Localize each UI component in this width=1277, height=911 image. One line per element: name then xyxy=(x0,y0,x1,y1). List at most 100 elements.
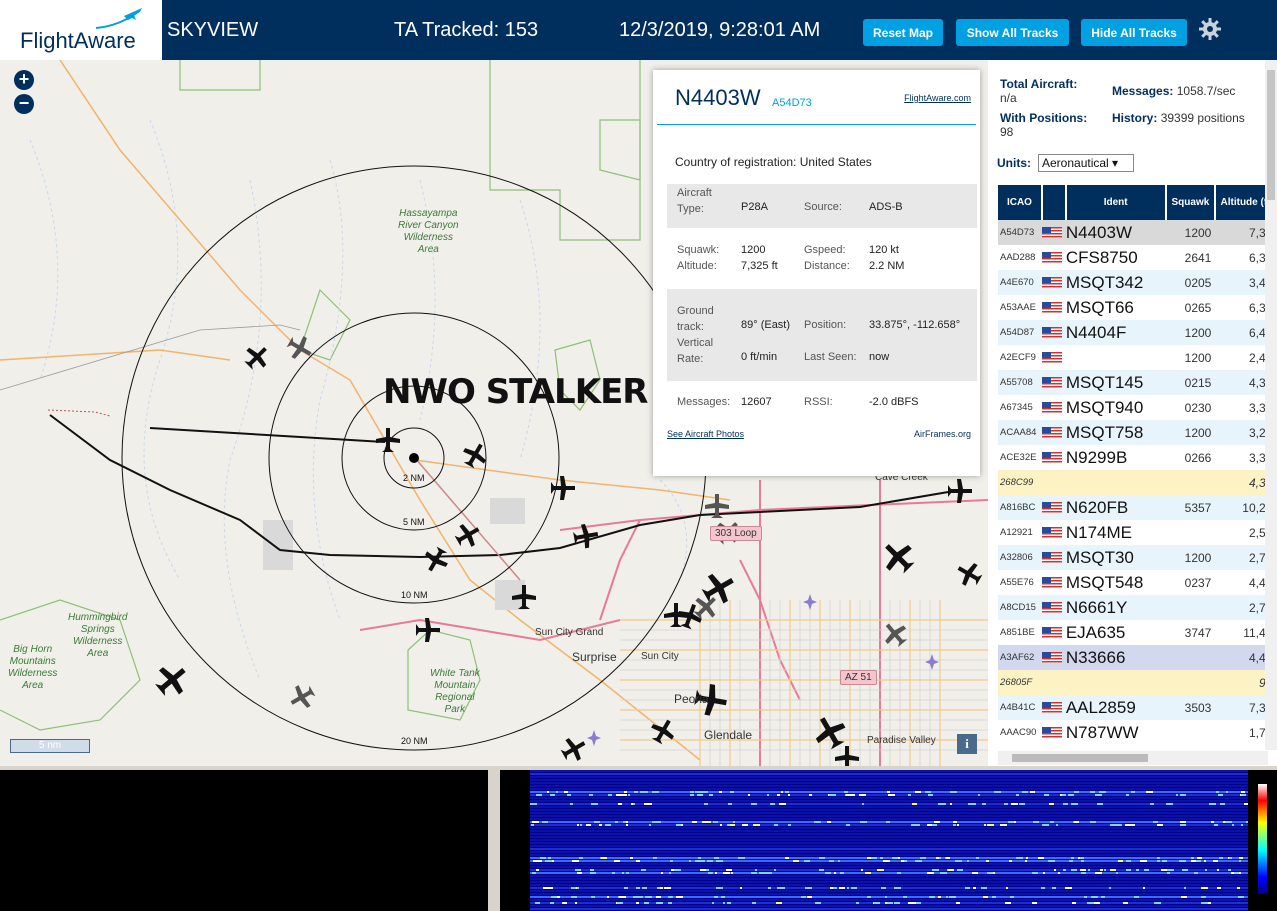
show-all-tracks-button[interactable]: Show All Tracks xyxy=(956,19,1069,46)
spectrogram-band xyxy=(530,824,1248,826)
col-altitude[interactable]: Altitude (ft) xyxy=(1215,185,1268,220)
aircraft-table-container[interactable]: ICAO Ident Squawk Altitude (ft) A54D73 N4… xyxy=(998,185,1268,745)
spectrogram-speck xyxy=(908,902,914,904)
airframes-link[interactable]: AirFrames.org xyxy=(914,429,971,439)
zoom-in-button[interactable]: + xyxy=(14,70,34,90)
table-row[interactable]: ACE32E N9299B02663,300 xyxy=(998,445,1268,470)
table-row[interactable]: AAAC90 N787WW 1,700 xyxy=(998,720,1268,745)
col-icao[interactable]: ICAO xyxy=(998,185,1043,220)
popup-hex[interactable]: A54D73 xyxy=(772,97,812,109)
gear-icon[interactable] xyxy=(1198,17,1222,41)
table-row[interactable]: A32806 MSQT3012002,700 xyxy=(998,545,1268,570)
col-ident[interactable]: Ident xyxy=(1065,185,1167,220)
spectrogram-speck xyxy=(815,902,821,904)
spectrogram-band xyxy=(530,815,1248,817)
spectrogram-speck xyxy=(1239,857,1243,859)
table-row[interactable]: A55708 MSQT14502154,300 xyxy=(998,370,1268,395)
spectrogram-speck xyxy=(793,860,799,862)
spectrogram-speck xyxy=(848,794,855,796)
table-row[interactable]: A816BC N620FB535710,275 xyxy=(998,495,1268,520)
table-row[interactable]: A67345 MSQT94002303,300 xyxy=(998,395,1268,420)
flightaware-logo[interactable]: FlightAware xyxy=(0,0,162,60)
flightaware-link[interactable]: FlightAware.com xyxy=(904,93,971,103)
spectrogram-speck xyxy=(867,857,870,859)
spectrogram-speck xyxy=(1088,869,1090,871)
table-row[interactable]: A8CD15 N6661Y 2,700 xyxy=(998,595,1268,620)
spectrogram-speck xyxy=(1218,794,1223,796)
table-row[interactable]: AAD288 CFS875026416,325 xyxy=(998,245,1268,270)
road-shield-az51: AZ 51 xyxy=(840,670,877,685)
spectrogram-speck xyxy=(697,794,703,796)
table-row[interactable]: A3AF62 N33666 4,400 xyxy=(998,645,1268,670)
table-row[interactable]: A54D73 N4403W12007,325 xyxy=(998,220,1268,245)
vrate-value: 0 ft/min xyxy=(741,351,778,363)
panel-divider[interactable] xyxy=(488,770,500,911)
table-row[interactable]: A54D87 N4404F12006,475 xyxy=(998,320,1268,345)
table-row[interactable]: A2ECF9 12002,400 xyxy=(998,345,1268,370)
spectrogram-band xyxy=(530,800,1248,802)
table-row[interactable]: A4E670 MSQT34202053,400 xyxy=(998,270,1268,295)
spectrogram-speck xyxy=(838,860,840,862)
reset-map-button[interactable]: Reset Map xyxy=(863,19,943,46)
spectrogram-speck xyxy=(1191,857,1194,859)
spectrogram-band xyxy=(530,899,1248,901)
flag-cell xyxy=(1041,645,1066,670)
spectrogram-speck xyxy=(920,857,926,859)
spectrogram-speck xyxy=(695,860,698,862)
spectrogram-speck xyxy=(1072,902,1076,904)
town-suncitygrand: Sun City Grand xyxy=(535,627,604,638)
spectrogram-speck xyxy=(536,794,542,796)
spectrogram-band xyxy=(530,872,1248,874)
spectrogram-speck xyxy=(652,791,659,793)
spectrogram-speck xyxy=(721,896,725,898)
col-squawk[interactable]: Squawk xyxy=(1165,185,1217,220)
icao-cell: A816BC xyxy=(998,495,1042,520)
altitude-cell: 3,200 xyxy=(1215,420,1268,445)
datetime: 12/3/2019, 9:28:01 AM xyxy=(619,19,821,41)
spectrogram-speck xyxy=(825,872,831,874)
spectrogram-speck xyxy=(564,791,568,793)
spectrogram-speck xyxy=(819,857,825,859)
table-row[interactable]: ACAA84 MSQT75812003,200 xyxy=(998,420,1268,445)
flag-cell xyxy=(1041,445,1066,470)
col-flag[interactable] xyxy=(1041,185,1067,220)
table-row[interactable]: A53AAE MSQT6602656,300 xyxy=(998,295,1268,320)
spectrogram-speck xyxy=(971,803,976,805)
spectrogram-speck xyxy=(1201,896,1206,898)
spectrogram-speck xyxy=(899,872,901,874)
icao-cell: A4E670 xyxy=(998,270,1042,295)
table-row[interactable]: 26805F 900 xyxy=(998,670,1268,695)
icao-cell: A8CD15 xyxy=(998,595,1042,620)
table-row[interactable]: A12921 N174ME 2,500 xyxy=(998,520,1268,545)
info-button[interactable]: i xyxy=(957,734,977,754)
popup-country: Country of registration: United States xyxy=(675,155,872,169)
vertical-scrollbar[interactable] xyxy=(1265,60,1277,750)
spectrogram-speck xyxy=(599,824,602,826)
spectrogram-speck xyxy=(938,896,941,898)
aircraft-photos-link[interactable]: See Aircraft Photos xyxy=(667,429,744,439)
spectrogram-speck xyxy=(1009,860,1012,862)
units-select[interactable]: Aeronautical ▾ xyxy=(1038,154,1134,172)
popup-block-squawk: Squawk: 1200 Gspeed: 120 kt Altitude: 7,… xyxy=(667,236,977,280)
squawk-cell xyxy=(1165,645,1216,670)
hscroll-thumb[interactable] xyxy=(1012,754,1148,762)
vscroll-thumb[interactable] xyxy=(1267,70,1275,200)
spectrogram-speck xyxy=(1126,869,1131,871)
table-row[interactable]: A4B41C AAL285935037,325 xyxy=(998,695,1268,720)
ring-label-10nm: 10 NM xyxy=(401,590,428,600)
spectrogram-speck xyxy=(946,896,948,898)
spectrogram-band xyxy=(530,788,1248,790)
table-row[interactable]: 268C99 4,300 xyxy=(998,470,1268,495)
table-row[interactable]: A55E76 MSQT54802374,400 xyxy=(998,570,1268,595)
spectrogram-speck xyxy=(670,860,673,862)
us-flag-icon xyxy=(1041,701,1062,713)
spectrogram-speck xyxy=(626,821,628,823)
horizontal-scrollbar[interactable] xyxy=(998,751,1268,765)
spectrogram-speck xyxy=(887,791,890,793)
spectrogram-speck xyxy=(1033,821,1039,823)
zoom-out-button[interactable]: − xyxy=(14,94,34,114)
table-row[interactable]: A851BE EJA635374711,425 xyxy=(998,620,1268,645)
spectrogram-speck xyxy=(1043,872,1045,874)
hide-all-tracks-button[interactable]: Hide All Tracks xyxy=(1081,19,1187,46)
spectrogram-speck xyxy=(638,896,643,898)
